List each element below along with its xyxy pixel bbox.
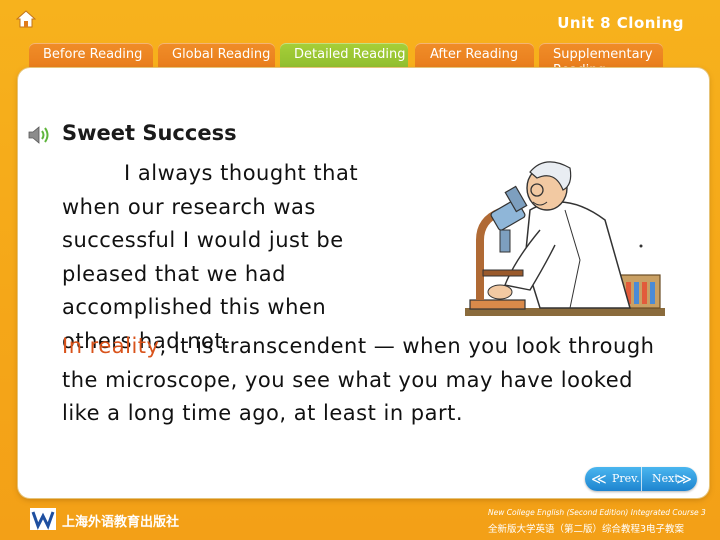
paragraph-continuation: In reality, it is transcendent — when yo… xyxy=(62,330,662,431)
home-icon[interactable] xyxy=(16,10,36,28)
double-chevron-left-icon: ≪ xyxy=(591,470,607,488)
next-button[interactable]: Next ≫ xyxy=(641,467,698,491)
course-title-english: New College English (Second Edition) Int… xyxy=(488,508,706,517)
unit-title: Unit 8 Cloning xyxy=(557,14,684,32)
paragraph-intro: I always thought that when our research … xyxy=(62,157,392,358)
speaker-icon[interactable] xyxy=(26,124,52,146)
course-title-chinese: 全新版大学英语（第二版）综合教程3电子教案 xyxy=(488,524,685,535)
next-label: Next xyxy=(652,472,679,485)
nav-button-group: ≪ Prev. Next ≫ xyxy=(585,467,697,491)
section-heading: Sweet Success xyxy=(62,121,237,145)
publisher-name: 上海外语教育出版社 xyxy=(62,515,180,530)
scientist-microscope-illustration xyxy=(465,161,665,316)
double-chevron-right-icon: ≫ xyxy=(676,470,692,488)
highlighted-phrase: In reality xyxy=(62,334,160,358)
publisher-logo-icon xyxy=(30,508,56,530)
prev-button[interactable]: ≪ Prev. xyxy=(585,467,641,491)
prev-label: Prev. xyxy=(612,472,640,485)
paragraph-intro-text: I always thought that when our research … xyxy=(62,161,359,353)
